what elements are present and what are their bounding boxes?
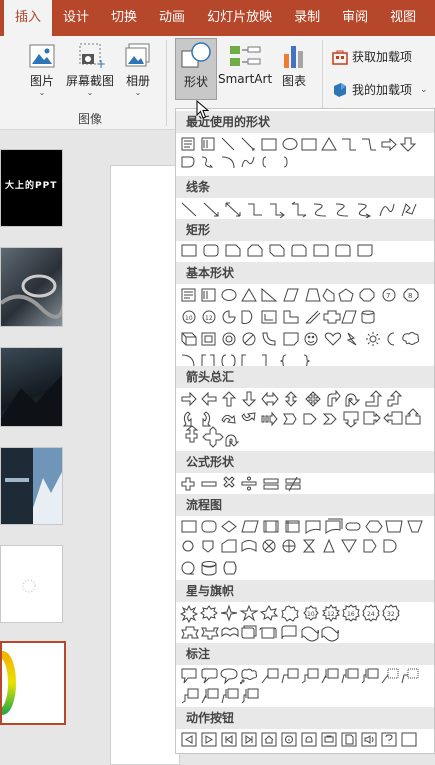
photo-album-button[interactable]: 相册 ⌄ bbox=[118, 42, 158, 97]
slide-thumbnail-pane: 大上的PPT bbox=[0, 131, 75, 754]
get-addins-button[interactable]: 获取加载项 bbox=[332, 48, 412, 65]
chevron-down-icon: ⌄ bbox=[86, 88, 94, 97]
chevron-down-icon: ⌄ bbox=[134, 88, 142, 97]
callouts-icon bbox=[181, 668, 419, 704]
section-basic-shapes: 基本形状 bbox=[176, 262, 434, 284]
shape-row[interactable] bbox=[180, 243, 432, 259]
shapes-gallery: 最近使用的形状 线条 矩形 基本形状 7 8 10 12 箭头总汇 公式形状 流… bbox=[175, 108, 435, 754]
shape-row[interactable]: 7 8 10 12 bbox=[180, 286, 432, 372]
svg-text:12: 12 bbox=[205, 315, 213, 322]
slide-canvas[interactable] bbox=[110, 165, 180, 765]
slide-thumbnail[interactable] bbox=[0, 247, 63, 327]
chevron-down-icon: ⌄ bbox=[38, 88, 46, 97]
chart-button[interactable]: 图表 bbox=[276, 42, 312, 89]
recent-shapes-icon bbox=[181, 137, 417, 169]
svg-text:24: 24 bbox=[367, 611, 375, 618]
smartart-icon bbox=[230, 46, 261, 66]
slide-thumbnail[interactable] bbox=[0, 347, 63, 427]
slide-thumbnail-selected[interactable] bbox=[0, 641, 66, 725]
shape-row[interactable] bbox=[180, 518, 432, 582]
stars-banners-icon: 10 12 16 24 32 bbox=[180, 604, 400, 642]
slide-thumbnail[interactable] bbox=[0, 447, 63, 525]
thumbnail-text: 大上的PPT bbox=[5, 181, 58, 191]
shape-row[interactable] bbox=[180, 390, 432, 452]
section-rectangles: 矩形 bbox=[176, 219, 434, 241]
shapes-button[interactable]: 形状 bbox=[175, 38, 217, 100]
smartart-label: SmartArt bbox=[218, 72, 273, 86]
chart-icon bbox=[284, 46, 303, 68]
slide-thumbnail[interactable]: 大上的PPT bbox=[0, 149, 63, 227]
section-block-arrows: 箭头总汇 bbox=[176, 366, 434, 388]
shapes-icon bbox=[181, 42, 211, 68]
section-callouts: 标注 bbox=[176, 643, 434, 665]
tab-review[interactable]: 审阅 bbox=[331, 0, 379, 36]
get-addins-label: 获取加载项 bbox=[352, 50, 413, 64]
chart-label: 图表 bbox=[281, 74, 306, 88]
action-buttons-icon bbox=[181, 732, 417, 747]
smartart-button[interactable]: SmartArt bbox=[218, 42, 272, 86]
section-equation-shapes: 公式形状 bbox=[176, 451, 434, 473]
section-action-buttons: 动作按钮 bbox=[176, 707, 434, 729]
tab-view[interactable]: 视图 bbox=[379, 0, 427, 36]
shape-row[interactable] bbox=[180, 475, 432, 493]
shape-row[interactable] bbox=[180, 135, 432, 171]
svg-text:32: 32 bbox=[387, 611, 395, 618]
group-divider bbox=[166, 40, 167, 126]
pictures-button[interactable]: 图片 ⌄ bbox=[22, 42, 62, 97]
section-stars-banners: 星与旗帜 bbox=[176, 580, 434, 602]
store-icon bbox=[332, 50, 348, 65]
addins-icon bbox=[334, 82, 346, 97]
svg-text:7: 7 bbox=[386, 292, 390, 300]
screenshot-icon: + bbox=[79, 43, 105, 70]
section-flowchart: 流程图 bbox=[176, 494, 434, 516]
thumbnail-image bbox=[22, 579, 36, 593]
tab-insert[interactable]: 插入 bbox=[4, 0, 53, 36]
my-addins-button[interactable]: 我的加载项 ⌄ bbox=[332, 81, 428, 98]
slide-editing-area bbox=[75, 131, 180, 765]
photo-album-label: 相册 bbox=[125, 74, 150, 88]
svg-text:12: 12 bbox=[327, 611, 335, 618]
pictures-label: 图片 bbox=[29, 74, 54, 88]
mouse-cursor-icon bbox=[196, 100, 210, 119]
basic-shapes-icon: 7 8 10 12 bbox=[181, 287, 420, 368]
section-lines: 线条 bbox=[176, 176, 434, 198]
thumbnail-image bbox=[1, 274, 62, 319]
svg-text:10: 10 bbox=[307, 611, 315, 618]
svg-text:10: 10 bbox=[185, 315, 193, 322]
slide-thumbnail[interactable] bbox=[0, 545, 63, 623]
thumbnail-image bbox=[2, 651, 16, 715]
my-addins-label: 我的加载项 bbox=[352, 83, 413, 97]
equation-shapes-icon bbox=[181, 476, 301, 492]
tab-transitions[interactable]: 切换 bbox=[100, 0, 148, 36]
tab-record[interactable]: 录制 bbox=[283, 0, 331, 36]
tab-design[interactable]: 设计 bbox=[52, 0, 100, 36]
ribbon-tab-bar: 插入 设计 切换 动画 幻灯片放映 录制 审阅 视图 bbox=[0, 0, 435, 36]
flowchart-shapes-icon bbox=[181, 518, 423, 576]
shapes-label: 形状 bbox=[183, 75, 208, 89]
svg-text:+: + bbox=[96, 57, 105, 70]
block-arrows-icon bbox=[181, 390, 421, 448]
photo-album-icon bbox=[125, 43, 150, 67]
thumbnail-image bbox=[5, 448, 62, 524]
shape-row[interactable] bbox=[180, 731, 432, 749]
screenshot-label: 屏幕截图 bbox=[65, 74, 114, 88]
shape-row[interactable]: 10 12 16 24 32 bbox=[180, 604, 432, 642]
shape-row[interactable] bbox=[180, 200, 432, 218]
chevron-down-icon[interactable]: ⌄ bbox=[420, 85, 428, 95]
section-recent-shapes: 最近使用的形状 bbox=[176, 111, 434, 133]
svg-text:8: 8 bbox=[408, 292, 412, 300]
tab-animations[interactable]: 动画 bbox=[148, 0, 196, 36]
thumbnail-image bbox=[1, 375, 62, 426]
images-group-label: 图像 bbox=[78, 112, 103, 126]
rectangle-shapes-icon bbox=[181, 244, 373, 257]
line-shapes-icon bbox=[181, 201, 417, 218]
shape-row[interactable] bbox=[180, 667, 432, 707]
picture-icon bbox=[29, 44, 55, 68]
svg-text:16: 16 bbox=[347, 611, 355, 618]
tab-slideshow[interactable]: 幻灯片放映 bbox=[196, 0, 283, 36]
screenshot-button[interactable]: + 屏幕截图 ⌄ bbox=[62, 42, 118, 97]
